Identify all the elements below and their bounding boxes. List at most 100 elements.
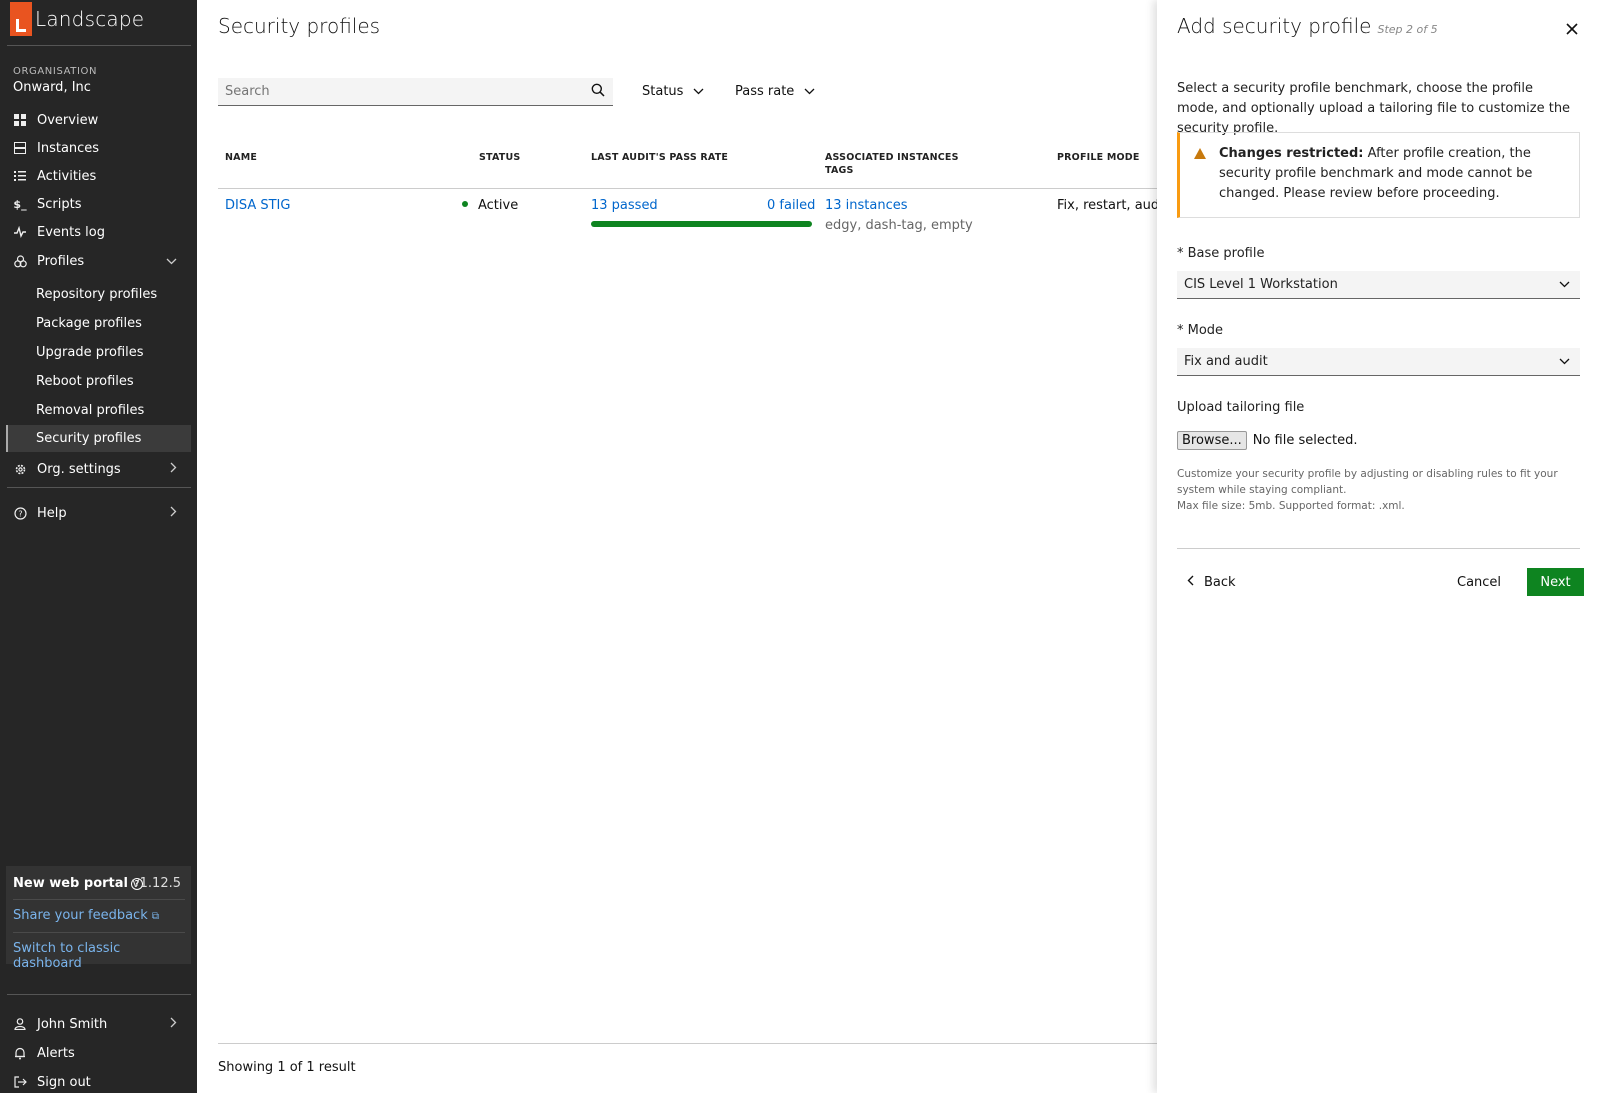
sidebar: Landscape ORGANISATION Onward, Inc Overv… [0, 0, 197, 1093]
sidebar-item-user[interactable]: John Smith [6, 1010, 191, 1038]
sidebar-item-events-log[interactable]: Events log [6, 218, 191, 246]
sidebar-item-label: John Smith [37, 1016, 108, 1032]
mode-value: Fix and audit [1184, 354, 1268, 369]
profile-mode-text: Fix, restart, audit [1057, 198, 1168, 213]
divider [7, 45, 191, 46]
status-filter[interactable]: Status [642, 84, 704, 99]
column-header-tags-label: TAGS [825, 165, 854, 176]
grid-icon [13, 113, 27, 127]
chevron-down-icon [1559, 278, 1570, 291]
sidebar-item-label: Profiles [37, 253, 85, 269]
share-feedback-link[interactable]: Share your feedback ⧉ [13, 908, 159, 923]
upload-help-text: Customize your security profile by adjus… [1177, 466, 1572, 514]
version-label: v1.12.5 [131, 876, 181, 891]
pass-rate-filter-label: Pass rate [735, 84, 795, 99]
column-header-profile-mode[interactable]: PROFILE MODE [1057, 151, 1140, 164]
logo[interactable]: Landscape [10, 2, 144, 36]
warning-icon [1194, 148, 1206, 159]
gear-icon [13, 462, 27, 476]
sidebar-item-package-profiles[interactable]: Package profiles [6, 310, 191, 337]
footer-divider [218, 1043, 1157, 1044]
panel-divider [1177, 548, 1580, 549]
divider [7, 487, 191, 488]
column-header-status[interactable]: STATUS [479, 151, 520, 164]
switch-classic-link[interactable]: Switch to classic dashboard [13, 941, 191, 971]
status-filter-label: Status [642, 84, 684, 99]
next-button[interactable]: Next [1527, 568, 1584, 596]
base-profile-label: * Base profile [1177, 246, 1265, 261]
search-box [218, 78, 613, 106]
search-input[interactable] [218, 78, 578, 104]
portal-title: New web portal? [13, 876, 143, 891]
terminal-icon: $_ [13, 197, 27, 211]
failed-link[interactable]: 0 failed [767, 198, 815, 213]
base-profile-value: CIS Level 1 Workstation [1184, 277, 1338, 292]
svg-text:?: ? [18, 509, 22, 518]
sidebar-item-org-settings[interactable]: Org. settings [6, 455, 191, 483]
upload-label: Upload tailoring file [1177, 400, 1305, 415]
sidebar-item-instances[interactable]: Instances [6, 134, 191, 162]
mode-select[interactable]: Fix and audit [1177, 348, 1580, 376]
close-icon[interactable] [1566, 20, 1578, 39]
chevron-left-icon [1187, 575, 1194, 590]
step-indicator: Step 2 of 5 [1377, 23, 1438, 36]
help-line: Max file size: 5mb. Supported format: .x… [1177, 500, 1405, 512]
sign-out-icon [13, 1075, 27, 1089]
sidebar-item-upgrade-profiles[interactable]: Upgrade profiles [6, 339, 191, 366]
sidebar-item-label: Overview [37, 112, 99, 128]
org-label: ORGANISATION [13, 66, 98, 77]
column-header-instances[interactable]: ASSOCIATED INSTANCES TAGS [825, 151, 959, 177]
profile-name-link[interactable]: DISA STIG [225, 198, 290, 213]
sidebar-item-alerts[interactable]: Alerts [6, 1039, 191, 1067]
pass-rate-filter[interactable]: Pass rate [735, 84, 815, 99]
org-name[interactable]: Onward, Inc [13, 80, 91, 95]
chevron-down-icon [804, 85, 815, 98]
chevron-down-icon [166, 254, 177, 268]
sidebar-item-label: Help [37, 505, 67, 521]
sidebar-item-scripts[interactable]: $_ Scripts [6, 190, 191, 218]
instances-link[interactable]: 13 instances [825, 198, 908, 213]
sidebar-item-activities[interactable]: Activities [6, 162, 191, 190]
sidebar-item-help[interactable]: ? Help [6, 499, 191, 527]
sidebar-item-label: Events log [37, 224, 105, 240]
column-header-name[interactable]: NAME [225, 151, 257, 164]
column-header-instances-label: ASSOCIATED INSTANCES [825, 152, 959, 163]
sidebar-item-label: Sign out [37, 1074, 91, 1090]
profiles-icon [13, 254, 27, 268]
results-count: Showing 1 of 1 result [218, 1060, 356, 1075]
sidebar-item-overview[interactable]: Overview [6, 106, 191, 134]
sidebar-item-label: Alerts [37, 1045, 75, 1061]
file-status: No file selected. [1252, 433, 1358, 448]
passed-link[interactable]: 13 passed [591, 198, 658, 213]
chevron-down-icon [693, 85, 704, 98]
cancel-button[interactable]: Cancel [1457, 575, 1501, 590]
table-header-divider [218, 188, 1157, 189]
sidebar-item-removal-profiles[interactable]: Removal profiles [6, 397, 191, 424]
search-icon[interactable] [591, 83, 605, 101]
sidebar-item-label: Org. settings [37, 461, 121, 477]
sidebar-item-repository-profiles[interactable]: Repository profiles [6, 281, 191, 308]
panel-intro: Select a security profile benchmark, cho… [1177, 81, 1571, 136]
sidebar-item-label: Activities [37, 168, 97, 184]
status-text: Active [478, 198, 519, 213]
back-button[interactable]: Back [1187, 575, 1236, 590]
status-cell: Active [462, 198, 518, 213]
portal-box: New web portal? v1.12.5 Share your feedb… [6, 866, 191, 971]
sidebar-item-profiles[interactable]: Profiles [6, 247, 191, 275]
divider [13, 932, 185, 933]
column-header-pass-rate[interactable]: LAST AUDIT'S PASS RATE [591, 151, 728, 164]
bell-icon [13, 1046, 27, 1060]
back-label: Back [1204, 575, 1236, 590]
main-content: Security profiles Status Pass rate NAME … [197, 0, 1168, 1093]
server-icon [13, 141, 27, 155]
sidebar-item-label: Reboot profiles [36, 374, 134, 389]
browse-button[interactable]: Browse... [1177, 431, 1247, 450]
mode-label: * Mode [1177, 323, 1224, 338]
sidebar-item-sign-out[interactable]: Sign out [6, 1068, 191, 1093]
external-link-icon: ⧉ [151, 911, 160, 922]
sidebar-item-reboot-profiles[interactable]: Reboot profiles [6, 368, 191, 395]
sidebar-item-security-profiles[interactable]: Security profiles [6, 425, 191, 452]
chevron-right-icon [170, 462, 177, 476]
sidebar-item-label: Instances [37, 140, 100, 156]
base-profile-select[interactable]: CIS Level 1 Workstation [1177, 271, 1580, 299]
